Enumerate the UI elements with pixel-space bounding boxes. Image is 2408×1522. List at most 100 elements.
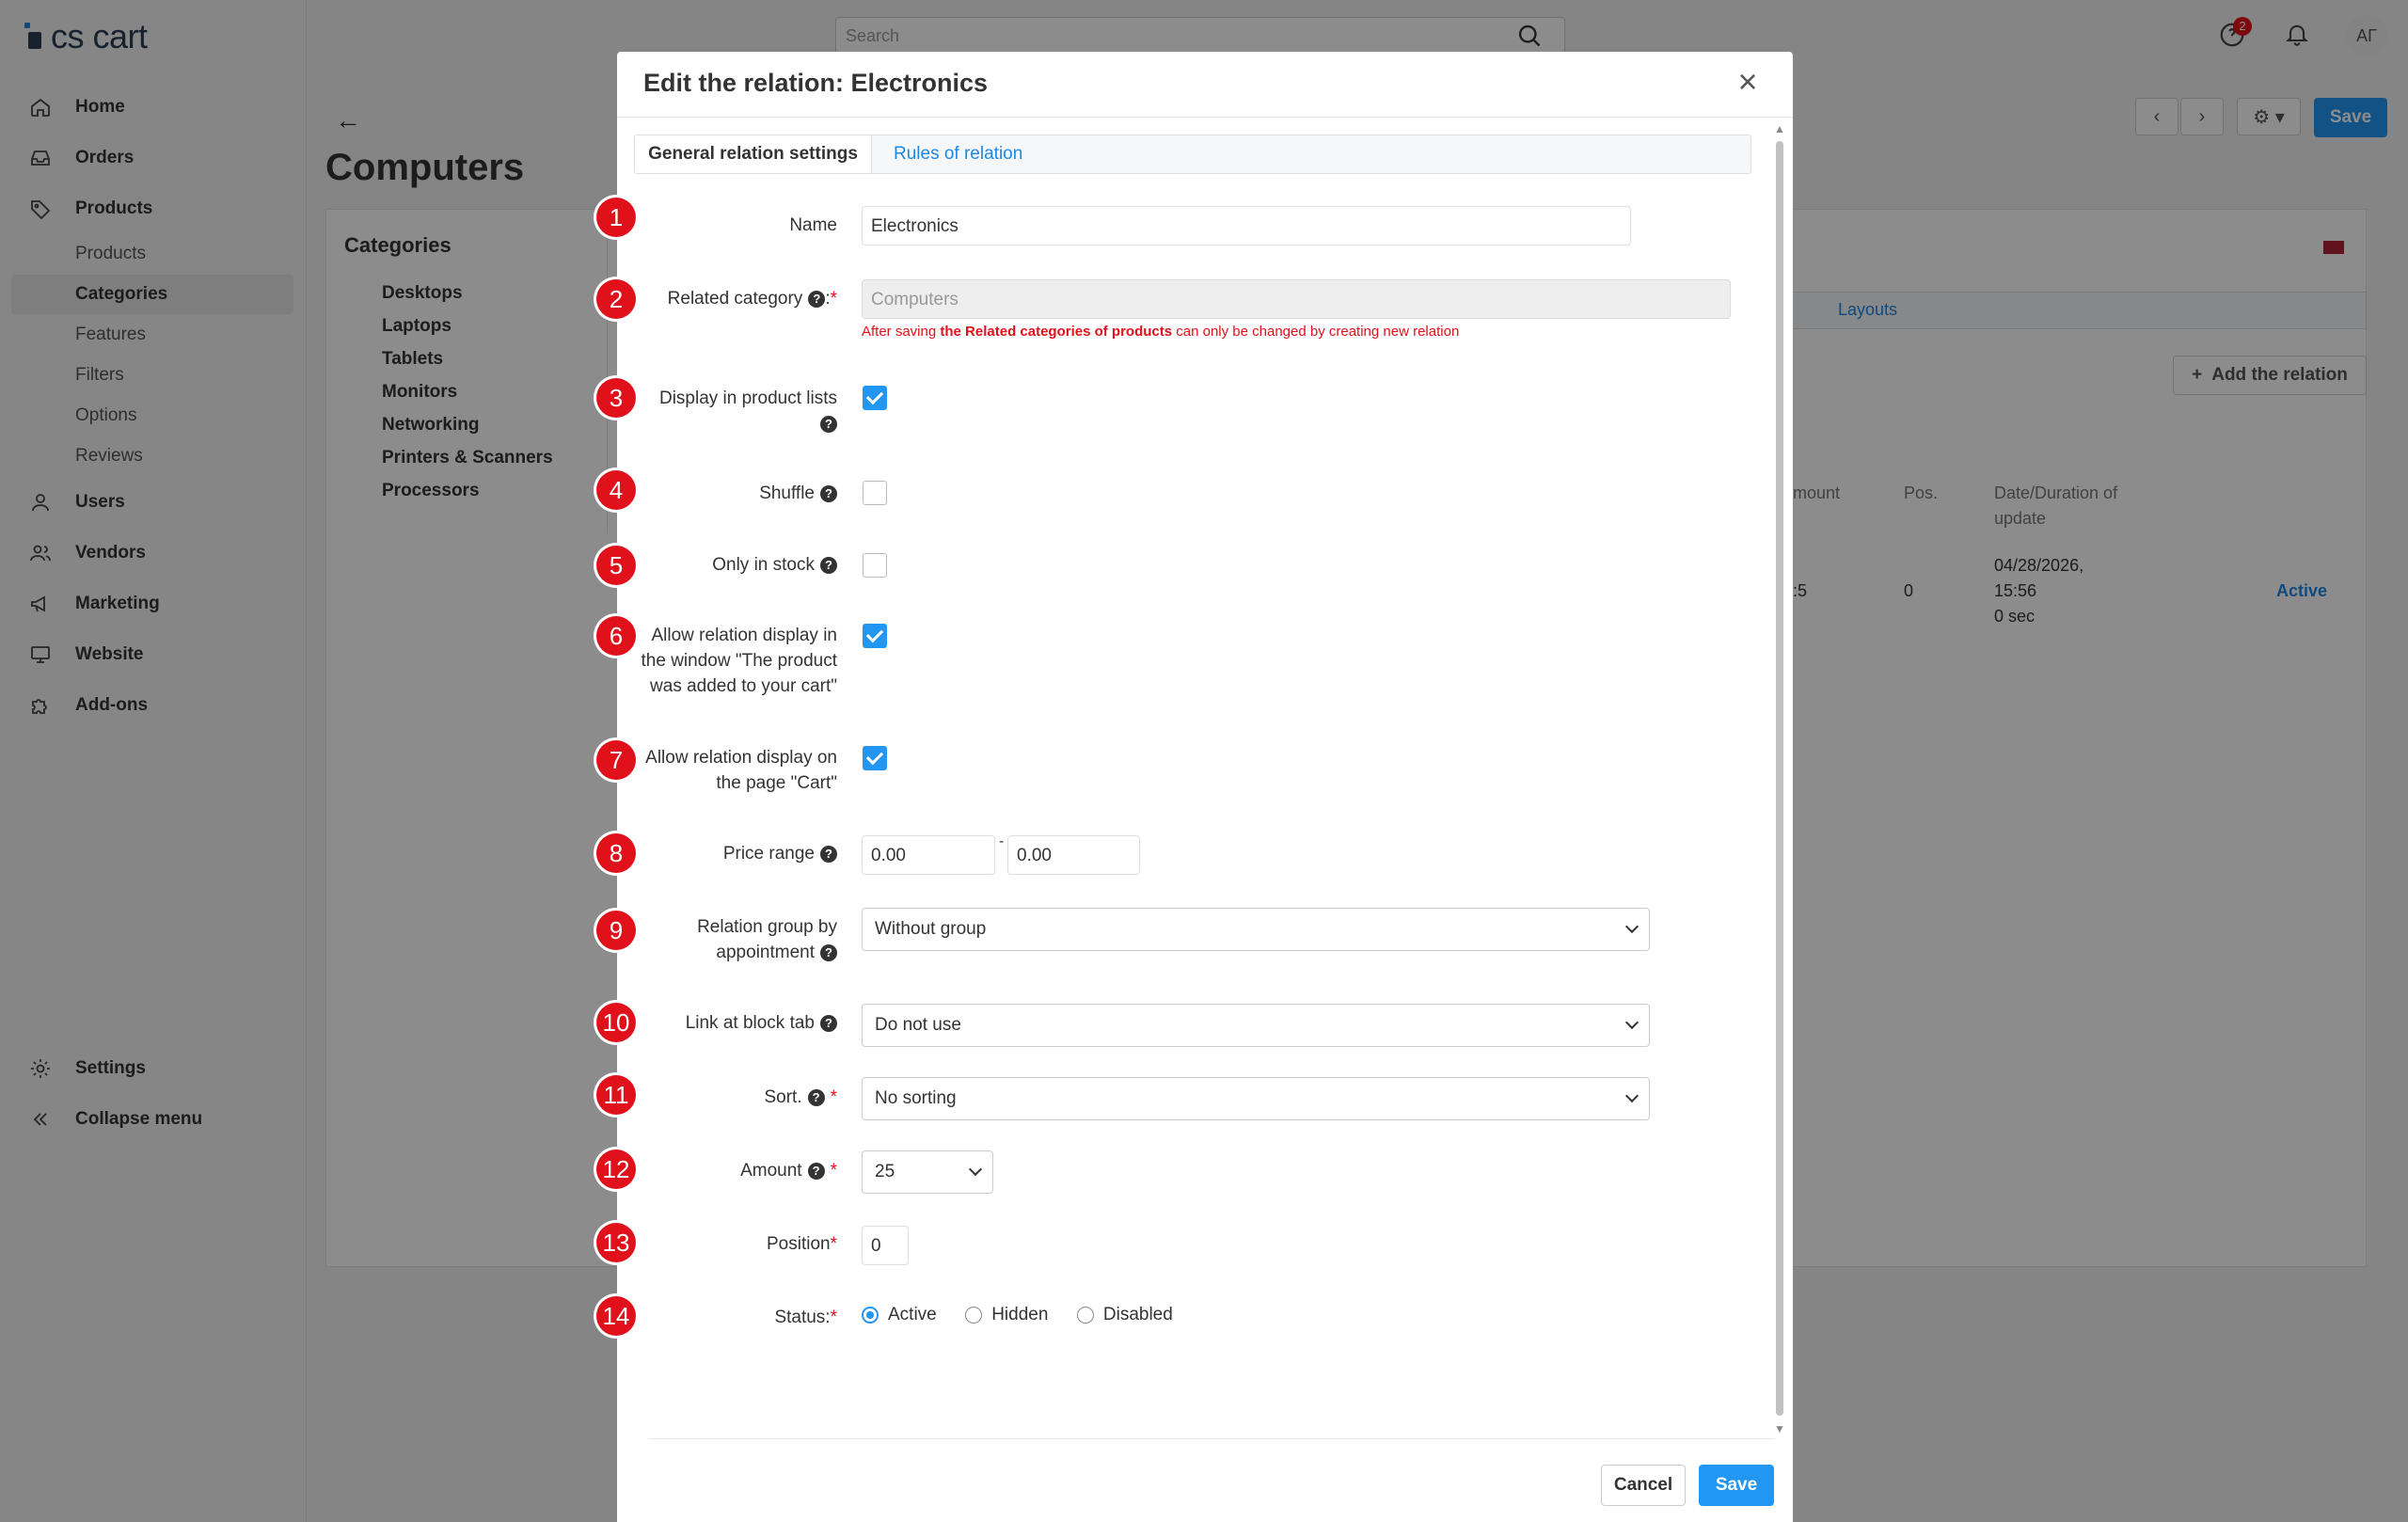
- link-tab-text: Link at block tab: [685, 1013, 815, 1033]
- display-lists-checkbox[interactable]: [863, 386, 887, 410]
- position-input[interactable]: 0: [862, 1226, 909, 1265]
- sort-select[interactable]: No sorting: [862, 1077, 1650, 1120]
- price-from-input[interactable]: 0.00: [862, 835, 995, 875]
- status-text: Status:: [774, 1308, 831, 1327]
- in-stock-text: Only in stock: [712, 555, 815, 575]
- sort-label: Sort.? *: [764, 1085, 837, 1110]
- chevron-down-icon: [1624, 919, 1640, 934]
- help-icon[interactable]: ?: [820, 1014, 837, 1032]
- status-radio-group: Active Hidden Disabled: [862, 1305, 1197, 1325]
- chevron-down-icon: [1624, 1088, 1640, 1103]
- in-stock-checkbox[interactable]: [863, 553, 887, 578]
- group-l2: appointment: [716, 943, 815, 962]
- allow-cart-checkbox[interactable]: [863, 746, 887, 770]
- related-category-input: Computers: [862, 279, 1731, 319]
- sort-text: Sort.: [764, 1087, 802, 1107]
- chevron-down-icon: [968, 1162, 983, 1177]
- related-category-text: Related category: [667, 289, 803, 309]
- allow-window-checkbox[interactable]: [863, 624, 887, 648]
- help-icon[interactable]: ?: [808, 290, 826, 308]
- step-badge-7: 7: [596, 740, 636, 780]
- step-badge-5: 5: [596, 546, 636, 585]
- group-label: Relation group by appointment?: [697, 914, 837, 965]
- help-icon[interactable]: ?: [820, 943, 837, 961]
- close-icon[interactable]: ×: [1731, 65, 1765, 102]
- status-disabled-radio[interactable]: [1076, 1307, 1094, 1324]
- status-hidden-label: Hidden: [991, 1305, 1049, 1324]
- group-select[interactable]: Without group: [862, 908, 1650, 951]
- display-lists-text: Display in product lists: [658, 388, 837, 408]
- step-badge-1: 1: [596, 198, 636, 237]
- link-tab-select-value: Do not use: [875, 1015, 961, 1035]
- amount-select[interactable]: 25: [862, 1150, 993, 1194]
- link-tab-select[interactable]: Do not use: [862, 1004, 1650, 1047]
- step-badge-3: 3: [596, 378, 636, 418]
- required-mark: *: [830, 1234, 837, 1254]
- help-icon[interactable]: ?: [820, 415, 837, 433]
- price-range-separator: -: [999, 833, 1005, 849]
- shuffle-text: Shuffle: [759, 484, 815, 503]
- step-badge-14: 14: [596, 1296, 636, 1336]
- step-badge-4: 4: [596, 470, 636, 510]
- display-lists-label: Display in product lists?: [659, 386, 837, 436]
- in-stock-label: Only in stock?: [712, 552, 837, 578]
- amount-label: Amount? *: [740, 1158, 837, 1183]
- price-to-input[interactable]: 0.00: [1007, 835, 1140, 875]
- group-select-value: Without group: [875, 919, 987, 939]
- status-label: Status:*: [774, 1305, 837, 1330]
- status-active-label: Active: [888, 1305, 937, 1324]
- related-category-note: After saving the Related categories of p…: [862, 324, 1459, 340]
- sort-select-value: No sorting: [875, 1088, 957, 1108]
- step-badge-6: 6: [596, 616, 636, 656]
- step-badge-10: 10: [596, 1003, 636, 1042]
- tab-rules-of-relation[interactable]: Rules of relation: [894, 135, 1022, 173]
- step-badge-9: 9: [596, 911, 636, 950]
- link-tab-label: Link at block tab?: [686, 1010, 837, 1036]
- shuffle-label: Shuffle?: [759, 481, 837, 506]
- position-label: Position*: [767, 1231, 837, 1257]
- scrollbar-thumb[interactable]: [1776, 141, 1783, 1416]
- help-icon[interactable]: ?: [820, 845, 837, 863]
- price-range-text: Price range: [722, 844, 815, 864]
- note-post: can only be changed by creating new rela…: [1172, 324, 1460, 340]
- price-range-label: Price range?: [723, 841, 837, 866]
- step-badge-13: 13: [596, 1223, 636, 1262]
- allow-cart-l2: the page "Cart": [716, 773, 837, 793]
- status-hidden-radio[interactable]: [965, 1307, 983, 1324]
- tab-general-settings[interactable]: General relation settings: [635, 135, 872, 173]
- note-bold: the Related categories of products: [940, 324, 1173, 340]
- allow-window-l3: was added to your cart": [650, 676, 837, 696]
- shuffle-checkbox[interactable]: [863, 481, 887, 505]
- required-mark: *: [830, 1087, 837, 1107]
- step-badge-8: 8: [596, 833, 636, 873]
- step-badge-11: 11: [596, 1075, 636, 1115]
- position-text: Position: [766, 1234, 831, 1254]
- scroll-up-icon[interactable]: ▲: [1774, 122, 1785, 135]
- modal-footer-divider: [649, 1438, 1774, 1439]
- help-icon[interactable]: ?: [820, 556, 837, 574]
- status-disabled-label: Disabled: [1102, 1305, 1173, 1324]
- allow-window-l2: the window "The product: [641, 651, 837, 671]
- related-category-label: Related category?:*: [668, 286, 837, 311]
- help-icon[interactable]: ?: [807, 1162, 825, 1180]
- status-active-radio[interactable]: [862, 1307, 879, 1324]
- allow-window-l1: Allow relation display in: [651, 626, 838, 645]
- note-pre: After saving: [862, 324, 941, 340]
- required-mark: *: [830, 289, 837, 309]
- required-mark: *: [830, 1308, 837, 1327]
- required-mark: *: [830, 1161, 837, 1181]
- help-icon[interactable]: ?: [807, 1088, 825, 1106]
- cancel-button[interactable]: Cancel: [1601, 1465, 1686, 1506]
- save-button[interactable]: Save: [1699, 1465, 1774, 1506]
- group-l1: Relation group by: [697, 917, 837, 937]
- modal-title: Edit the relation: Electronics: [643, 69, 989, 97]
- modal-header-divider: [617, 117, 1793, 118]
- amount-text: Amount: [740, 1161, 802, 1181]
- scroll-down-icon[interactable]: ▼: [1774, 1422, 1785, 1435]
- step-badge-2: 2: [596, 279, 636, 319]
- name-input[interactable]: Electronics: [862, 206, 1631, 246]
- amount-select-value: 25: [875, 1162, 895, 1181]
- help-icon[interactable]: ?: [820, 484, 837, 502]
- chevron-down-icon: [1624, 1015, 1640, 1030]
- name-label: Name: [789, 215, 837, 235]
